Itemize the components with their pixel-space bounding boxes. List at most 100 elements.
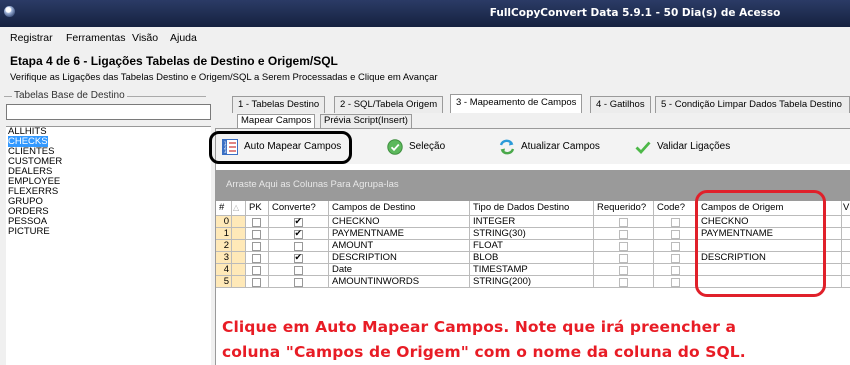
code-cell[interactable] (654, 264, 698, 276)
code-cell[interactable] (654, 252, 698, 264)
converte-checkbox[interactable] (293, 216, 303, 227)
col-header-v[interactable]: V (842, 201, 850, 216)
code-checkbox[interactable] (670, 254, 680, 263)
v-cell[interactable] (842, 228, 850, 240)
pk-cell[interactable] (246, 276, 269, 288)
converte-cell[interactable] (269, 240, 329, 252)
campo-destino-cell[interactable]: DESCRIPTION (329, 252, 470, 264)
col-header-pk[interactable]: PK (246, 201, 269, 216)
row-indicator-cell[interactable] (232, 240, 246, 252)
requerido-checkbox[interactable] (618, 242, 628, 251)
pk-checkbox[interactable] (252, 242, 261, 251)
pk-checkbox[interactable] (252, 230, 261, 239)
table-list-item[interactable]: PICTURE (6, 227, 211, 237)
tipo-dados-cell[interactable]: BLOB (470, 252, 594, 264)
refresh-fields-button[interactable]: Atualizar Campos (499, 139, 609, 155)
pk-cell[interactable] (246, 252, 269, 264)
pk-checkbox[interactable] (252, 278, 261, 287)
campo-destino-cell[interactable]: PAYMENTNAME (329, 228, 470, 240)
col-header-tipo-dados[interactable]: Tipo de Dados Destino (470, 201, 594, 216)
menu-visao[interactable]: Visão (132, 32, 158, 44)
selection-button[interactable]: Seleção (387, 139, 457, 155)
tab-gatilhos[interactable]: 4 - Gatilhos (590, 96, 651, 113)
tab-condicao-limpar[interactable]: 5 - Condição Limpar Dados Tabela Destino (655, 96, 850, 113)
pk-checkbox[interactable] (252, 254, 261, 263)
row-number-cell[interactable]: 0 (216, 216, 232, 228)
tipo-dados-cell[interactable]: INTEGER (470, 216, 594, 228)
code-cell[interactable] (654, 276, 698, 288)
pk-cell[interactable] (246, 264, 269, 276)
pk-checkbox[interactable] (252, 266, 261, 275)
code-checkbox[interactable] (670, 218, 680, 227)
requerido-checkbox[interactable] (618, 278, 628, 287)
col-header-index[interactable]: # (216, 201, 232, 216)
menu-registrar[interactable]: Registrar (10, 32, 53, 44)
code-checkbox[interactable] (670, 278, 680, 287)
campo-destino-cell[interactable]: Date (329, 264, 470, 276)
v-cell[interactable] (842, 276, 850, 288)
tipo-dados-cell[interactable]: STRING(30) (470, 228, 594, 240)
converte-checkbox[interactable] (293, 278, 303, 287)
validate-links-button[interactable]: Validar Ligações (635, 139, 735, 155)
pk-cell[interactable] (246, 240, 269, 252)
row-indicator-cell[interactable] (232, 252, 246, 264)
col-header-code[interactable]: Code? (654, 201, 698, 216)
converte-cell[interactable] (269, 252, 329, 264)
row-number-cell[interactable]: 4 (216, 264, 232, 276)
v-cell[interactable] (842, 252, 850, 264)
row-indicator-cell[interactable] (232, 276, 246, 288)
row-number-cell[interactable]: 3 (216, 252, 232, 264)
requerido-cell[interactable] (594, 216, 654, 228)
code-checkbox[interactable] (670, 266, 680, 275)
converte-checkbox[interactable] (293, 242, 303, 251)
tipo-dados-cell[interactable]: FLOAT (470, 240, 594, 252)
v-cell[interactable] (842, 264, 850, 276)
row-indicator-cell[interactable] (232, 264, 246, 276)
col-header-campos-destino[interactable]: Campos de Destino (329, 201, 470, 216)
menu-ferramentas[interactable]: Ferramentas (66, 32, 126, 44)
requerido-cell[interactable] (594, 228, 654, 240)
tab-mapeamento-campos[interactable]: 3 - Mapeamento de Campos (450, 94, 583, 113)
requerido-checkbox[interactable] (618, 254, 628, 263)
code-cell[interactable] (654, 216, 698, 228)
v-cell[interactable] (842, 240, 850, 252)
app-icon[interactable] (4, 6, 15, 17)
tab-sql-tabela-origem[interactable]: 2 - SQL/Tabela Origem (334, 96, 444, 113)
subtab-previa-script[interactable]: Prévia Script(Insert) (320, 114, 412, 128)
row-indicator-cell[interactable] (232, 228, 246, 240)
subtab-mapear-campos[interactable]: Mapear Campos (237, 114, 316, 128)
converte-cell[interactable] (269, 276, 329, 288)
row-indicator-cell[interactable] (232, 216, 246, 228)
converte-cell[interactable] (269, 216, 329, 228)
requerido-cell[interactable] (594, 240, 654, 252)
requerido-cell[interactable] (594, 264, 654, 276)
code-checkbox[interactable] (670, 230, 680, 239)
col-header-converte[interactable]: Converte? (269, 201, 329, 216)
pk-cell[interactable] (246, 216, 269, 228)
pk-checkbox[interactable] (252, 218, 261, 227)
converte-cell[interactable] (269, 264, 329, 276)
code-checkbox[interactable] (670, 242, 680, 251)
requerido-cell[interactable] (594, 276, 654, 288)
requerido-checkbox[interactable] (618, 230, 628, 239)
v-cell[interactable] (842, 216, 850, 228)
row-number-cell[interactable]: 2 (216, 240, 232, 252)
tipo-dados-cell[interactable]: STRING(200) (470, 276, 594, 288)
requerido-cell[interactable] (594, 252, 654, 264)
tipo-dados-cell[interactable]: TIMESTAMP (470, 264, 594, 276)
pk-cell[interactable] (246, 228, 269, 240)
code-cell[interactable] (654, 240, 698, 252)
campo-destino-cell[interactable]: CHECKNO (329, 216, 470, 228)
tab-tabelas-destino[interactable]: 1 - Tabelas Destino (232, 96, 326, 113)
col-header-requerido[interactable]: Requerido? (594, 201, 654, 216)
destination-table-list[interactable]: ALLHITS CHECKS CLIENTES CUSTOMER DEALERS EMPL… (6, 126, 211, 365)
requerido-checkbox[interactable] (618, 218, 628, 227)
campo-destino-cell[interactable]: AMOUNT (329, 240, 470, 252)
table-filter-input[interactable] (6, 104, 211, 120)
requerido-checkbox[interactable] (618, 266, 628, 275)
converte-checkbox[interactable] (293, 266, 303, 275)
row-number-cell[interactable]: 1 (216, 228, 232, 240)
converte-cell[interactable] (269, 228, 329, 240)
code-cell[interactable] (654, 228, 698, 240)
campo-destino-cell[interactable]: AMOUNTINWORDS (329, 276, 470, 288)
